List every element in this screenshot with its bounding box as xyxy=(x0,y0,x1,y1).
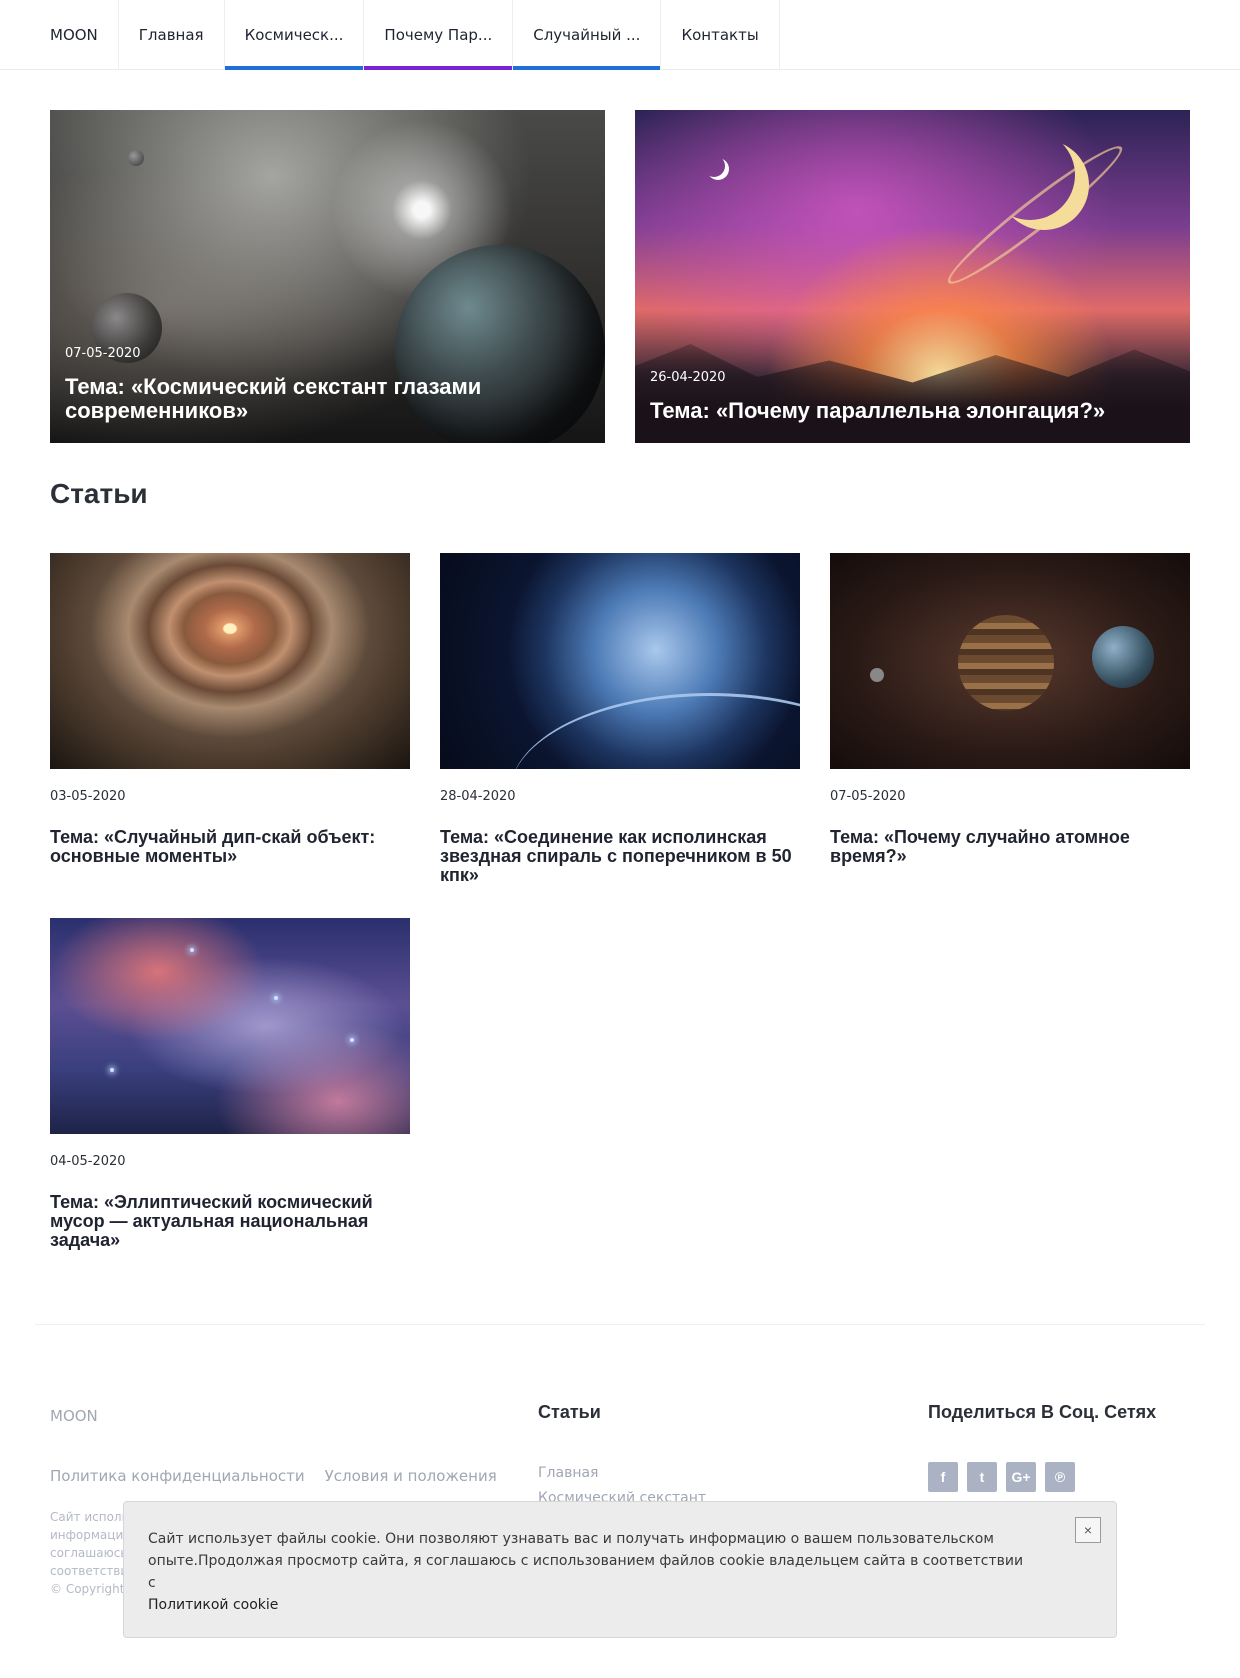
article-title[interactable]: Тема: «Соединение как исполинская звездн… xyxy=(440,828,800,885)
star-image-detail xyxy=(274,996,278,1000)
facebook-icon[interactable]: f xyxy=(928,1462,958,1492)
article-title[interactable]: Тема: «Случайный дип-скай объект: основн… xyxy=(50,828,410,866)
nav-item-cosmic[interactable]: Космическ... xyxy=(224,0,365,70)
footer-share-title: Поделиться В Соц. Сетях xyxy=(928,1402,1157,1422)
footer-divider xyxy=(35,1324,1205,1325)
planet-image-detail xyxy=(870,668,884,682)
nav-items: MOON Главная Космическ... Почему Пар... … xyxy=(30,0,780,70)
nav-item-random[interactable]: Случайный ... xyxy=(513,0,662,70)
article-card[interactable]: 28-04-2020 Тема: «Соединение как исполин… xyxy=(440,553,800,885)
cookie-text: Сайт использует файлы cookie. Они позвол… xyxy=(148,1531,1024,1591)
footer-brand[interactable]: MOON xyxy=(50,1407,98,1425)
article-image xyxy=(830,553,1190,769)
hero-date: 07-05-2020 xyxy=(65,346,141,361)
close-icon[interactable]: × xyxy=(1075,1517,1101,1543)
planet-image-detail xyxy=(128,150,144,166)
hero-card-elongation[interactable]: 26-04-2020 Тема: «Почему параллельна эло… xyxy=(635,110,1190,443)
nav-item-why[interactable]: Почему Пар... xyxy=(364,0,514,70)
article-date: 04-05-2020 xyxy=(50,1154,126,1169)
nav-brand-moon[interactable]: MOON xyxy=(30,0,119,70)
article-image xyxy=(50,553,410,769)
article-title[interactable]: Тема: «Почему случайно атомное время?» xyxy=(830,828,1190,866)
section-title: Статьи xyxy=(50,478,148,509)
article-image xyxy=(50,918,410,1134)
cookie-banner: Сайт использует файлы cookie. Они позвол… xyxy=(123,1501,1117,1638)
planet-image-detail xyxy=(958,615,1054,711)
hero-text: 07-05-2020 Тема: «Космический секстант г… xyxy=(65,346,590,423)
planet-arc-detail xyxy=(510,693,800,769)
nav-item-label: Случайный ... xyxy=(533,26,641,44)
moon-image-detail xyxy=(985,130,1075,220)
privacy-policy-link[interactable]: Политика конфиденциальности xyxy=(50,1467,305,1485)
article-card[interactable]: 04-05-2020 Тема: «Эллиптический космичес… xyxy=(50,918,410,1250)
nav-active-bar xyxy=(364,66,513,70)
nav-item-label: Главная xyxy=(138,26,204,44)
footer-link-home[interactable]: Главная xyxy=(538,1465,706,1481)
footer-articles-title: Статьи xyxy=(538,1402,601,1422)
article-title[interactable]: Тема: «Эллиптический космический мусор —… xyxy=(50,1193,410,1250)
terms-link[interactable]: Условия и положения xyxy=(325,1467,497,1485)
article-date: 28-04-2020 xyxy=(440,789,516,804)
star-image-detail xyxy=(190,948,194,952)
article-card[interactable]: 03-05-2020 Тема: «Случайный дип-скай объ… xyxy=(50,553,410,866)
hero-date: 26-04-2020 xyxy=(650,370,726,385)
nav-item-label: Почему Пар... xyxy=(384,26,493,44)
article-date: 03-05-2020 xyxy=(50,789,126,804)
top-navbar: MOON Главная Космическ... Почему Пар... … xyxy=(0,0,1240,70)
hero-card-sextant[interactable]: 07-05-2020 Тема: «Космический секстант г… xyxy=(50,110,605,443)
hero-title: Тема: «Космический секстант глазами совр… xyxy=(65,374,482,423)
hero-title: Тема: «Почему параллельна элонгация?» xyxy=(650,398,1106,423)
social-buttons: f t G+ ℗ xyxy=(928,1462,1075,1492)
star-image-detail xyxy=(110,1068,114,1072)
article-date: 07-05-2020 xyxy=(830,789,906,804)
article-image xyxy=(440,553,800,769)
twitter-icon[interactable]: t xyxy=(967,1462,997,1492)
star-image-detail xyxy=(350,1038,354,1042)
pinterest-icon[interactable]: ℗ xyxy=(1045,1462,1075,1492)
moon-image-detail xyxy=(703,155,725,177)
nav-item-contacts[interactable]: Контакты xyxy=(661,0,780,70)
nav-item-label: Космическ... xyxy=(244,26,344,44)
footer-policy-links: Политика конфиденциальности Условия и по… xyxy=(50,1467,497,1485)
article-card[interactable]: 07-05-2020 Тема: «Почему случайно атомно… xyxy=(830,553,1190,866)
nav-item-label: Контакты xyxy=(681,26,759,44)
google-plus-icon[interactable]: G+ xyxy=(1006,1462,1036,1492)
planet-image-detail xyxy=(1092,626,1154,688)
nav-item-home[interactable]: Главная xyxy=(119,0,225,70)
nav-brand-label: MOON xyxy=(50,26,98,44)
nav-active-bar xyxy=(224,66,364,70)
hero-text: 26-04-2020 Тема: «Почему параллельна эло… xyxy=(650,370,1175,423)
cookie-policy-link[interactable]: Политикой cookie xyxy=(148,1594,1092,1616)
nav-active-bar xyxy=(513,66,661,70)
